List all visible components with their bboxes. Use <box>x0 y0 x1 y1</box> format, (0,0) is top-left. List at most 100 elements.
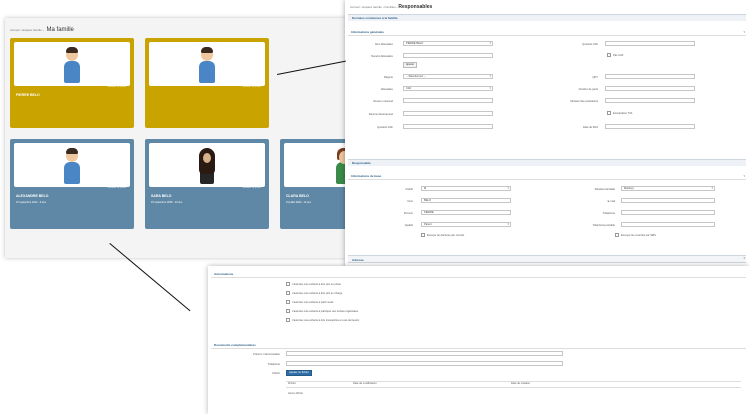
telephone-input[interactable] <box>621 210 715 215</box>
add-button[interactable]: Ajouter <box>403 62 417 68</box>
breadcrumb-family-space[interactable]: Espace famille <box>362 5 382 9</box>
chevron-down-icon[interactable]: ▾ <box>743 30 745 34</box>
prenom-input[interactable]: PIERRE <box>421 210 511 215</box>
authorization-checkbox[interactable] <box>286 291 290 295</box>
montant-prestations-label: Montant des prestations <box>570 100 598 103</box>
family-member-card[interactable]: CLARA BELO 15 juillet 2004 - 14 ans <box>280 139 355 229</box>
page-title: Responsables <box>398 4 433 10</box>
pas-caf-checkbox[interactable] <box>607 53 611 57</box>
divider <box>348 35 746 36</box>
breadcrumb-family-space[interactable]: Espace famille <box>22 28 42 32</box>
quotient-caf-2-input[interactable] <box>403 124 493 129</box>
edit-photo-link[interactable]: Modifier la photo <box>243 186 261 189</box>
nom-input[interactable]: BELO <box>421 198 511 203</box>
responsable-header: Responsable <box>348 159 746 166</box>
identity-heading: Informations de base <box>351 174 382 178</box>
documents-heading: Documents complémentaires <box>214 343 256 347</box>
member-birthdate: 15 juillet 2004 - 14 ans <box>286 201 312 204</box>
revenu-mensuel-label: Revenu mensuel <box>373 100 393 103</box>
table-header: Date de modification <box>353 382 377 385</box>
qualite-select[interactable]: Parent <box>421 222 511 227</box>
boy-avatar-icon <box>63 46 81 84</box>
photo-frame <box>149 42 265 86</box>
quotient-caf-label: Quotient CAF <box>582 43 598 46</box>
date-maj-input[interactable] <box>605 124 695 129</box>
authorization-checkbox[interactable] <box>286 309 290 313</box>
table-header: Fichier <box>288 382 296 385</box>
regime-label: Régime <box>384 76 393 79</box>
numero-allocataire-input[interactable] <box>403 53 493 58</box>
page-title: Ma famille <box>46 27 74 33</box>
add-file-button[interactable]: Ajouter un fichier <box>286 370 312 376</box>
authorization-checkbox[interactable] <box>286 318 290 322</box>
email-input[interactable] <box>621 198 715 203</box>
member-name: PIERRE BELO <box>16 93 40 97</box>
edit-photo-link[interactable]: Modifier la photo <box>243 85 261 88</box>
portable-label: Téléphone portable <box>592 224 615 227</box>
breadcrumb-home[interactable]: Accueil <box>350 5 360 9</box>
nom-allocataire-select[interactable]: PIERRE BELO <box>403 41 493 46</box>
allocataire-select[interactable]: CAF <box>403 86 493 91</box>
address-section-toggle[interactable]: Adresse <box>348 255 746 263</box>
responsable-panel: Accueil › Espace famille › Familles › Re… <box>345 0 749 283</box>
family-member-card[interactable]: Modifier la photo <box>145 38 269 128</box>
authorization-label: J'autorise mes enfants à participer aux … <box>292 310 359 313</box>
member-name: CLARA BELO <box>286 194 309 198</box>
date-maj-label: Date de MAJ <box>583 126 598 129</box>
authorization-checkbox[interactable] <box>286 282 290 286</box>
civilite-select[interactable]: M. <box>421 186 511 191</box>
member-name: SARA BELO <box>151 194 172 198</box>
breadcrumb-home[interactable]: Accueil <box>10 28 20 32</box>
qpv-input[interactable] <box>605 74 695 79</box>
nom-allocataire-label: Nom Allocataire <box>374 43 393 46</box>
qualite-label: Qualité <box>404 224 413 227</box>
photo-frame <box>149 143 265 187</box>
email-label: E-mail <box>607 200 615 203</box>
sms-checkbox[interactable] <box>615 233 619 237</box>
telephone-input[interactable] <box>286 361 563 366</box>
portable-input[interactable] <box>621 222 715 227</box>
nombre-parts-input[interactable] <box>605 86 695 91</box>
prenom-denomination-input[interactable] <box>286 351 563 356</box>
exoneration-label: Exonération TVA <box>613 112 633 115</box>
divider <box>211 277 746 278</box>
quotient-caf-input[interactable] <box>605 41 695 46</box>
member-birthdate: 15 septembre 2006 - 12 ans <box>151 201 183 204</box>
nom-label: Nom <box>407 200 413 203</box>
quotient-caf-2-label: Quotient CAF <box>377 126 393 129</box>
qpv-label: QPV <box>592 76 598 79</box>
fichier-label: Fichier <box>272 372 280 375</box>
authorizations-heading: Autorisations <box>214 272 234 276</box>
chevron-down-icon[interactable]: ▾ <box>743 256 745 260</box>
breadcrumb: Accueil › Espace famille › Ma famille <box>10 27 74 33</box>
authorization-label: J'autorise mes enfants à être pris en ch… <box>292 292 343 295</box>
revenu-fiscal-input[interactable] <box>403 111 493 116</box>
chevron-down-icon[interactable]: ▾ <box>743 174 745 178</box>
numero-allocataire-label: Numéro Allocataire <box>371 55 393 58</box>
exoneration-checkbox[interactable] <box>607 111 611 115</box>
regime-select[interactable]: -- Sélectionnez -- <box>403 74 493 79</box>
authorization-label: J'autorise mes enfants à partir seuls <box>292 301 334 304</box>
family-member-card[interactable]: Modifier la photo PIERRE BELO <box>10 38 134 128</box>
family-member-card[interactable]: Modifier la photo ALEXANDRE BELO 15 sept… <box>10 139 134 229</box>
general-info-heading: Informations générales <box>351 30 385 34</box>
invoice-email-checkbox[interactable] <box>421 233 425 237</box>
montant-prestations-input[interactable] <box>605 98 695 103</box>
family-member-card[interactable]: Modifier la photo SARA BELO 15 septembre… <box>145 139 269 229</box>
telephone-label: Téléphone <box>602 212 615 215</box>
edit-photo-link[interactable]: Modifier la photo <box>108 186 126 189</box>
boy-avatar-icon <box>63 147 81 185</box>
options-panel: Autorisations J'autorise mes enfants à ê… <box>208 266 749 414</box>
situation-select[interactable]: Marié(e) <box>621 186 715 191</box>
edit-photo-link[interactable]: Modifier la photo <box>108 85 126 88</box>
empty-table-message: Aucun fichier <box>288 392 303 395</box>
girl-photo-icon <box>198 147 216 185</box>
revenu-mensuel-input[interactable] <box>403 98 493 103</box>
family-data-header: Données communes à la famille <box>348 14 746 21</box>
pas-caf-label: Pas CAF <box>613 54 624 57</box>
divider <box>211 348 746 349</box>
authorization-label: J'autorise mes enfants à être pris en ph… <box>292 283 341 286</box>
situation-label: Situation familiale <box>594 188 615 191</box>
breadcrumb-families[interactable]: Familles <box>385 5 396 9</box>
authorization-checkbox[interactable] <box>286 300 290 304</box>
